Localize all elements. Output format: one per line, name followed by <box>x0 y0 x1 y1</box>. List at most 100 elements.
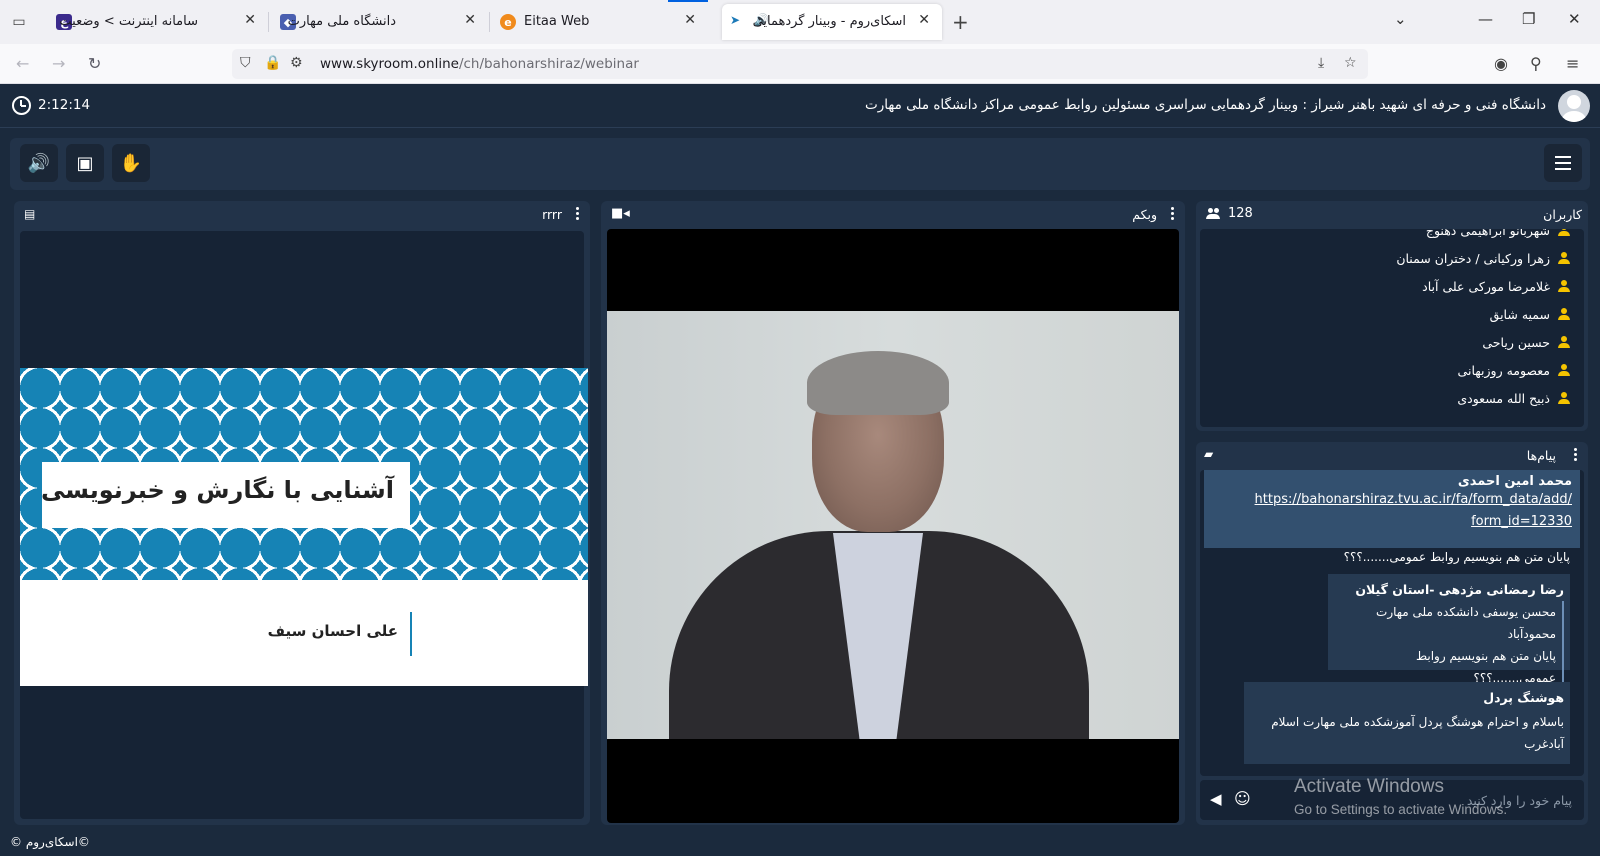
slide-pattern-banner: آشنایی با نگارش و خبرنویسی <box>20 368 588 580</box>
messages-options-icon[interactable] <box>1574 448 1578 462</box>
speaker-icon: 🔊 <box>27 152 51 174</box>
message-author: محمد امین احمدی <box>1457 474 1572 489</box>
elapsed-time: 2:12:14 <box>38 97 91 113</box>
address-bar[interactable]: ⛉ 🔒 ⚙ www.skyroom.online/ch/bahonarshira… <box>232 49 1368 79</box>
main-menu-button[interactable] <box>1544 144 1582 182</box>
close-window-icon[interactable]: ✕ <box>1568 10 1581 28</box>
tab-internet-status[interactable]: ع سامانه اینترنت > وضعیت ✕ <box>46 0 268 44</box>
list-item[interactable]: غلامرضا مورکی علی آباد <box>1422 279 1570 299</box>
url-text[interactable]: www.skyroom.online/ch/bahonarshiraz/webi… <box>320 56 639 72</box>
users-panel: کاربران 128 شهربانو ابراهیمی دهنوج زهرا … <box>1196 201 1588 431</box>
users-panel-header: کاربران 128 <box>1196 201 1588 227</box>
tab-separator <box>268 12 269 32</box>
webcam-panel-header: ■◂ وبکم <box>601 201 1185 227</box>
message-text: باسلام و احترام هوشنگ پردل آموزشکده ملی … <box>1271 715 1564 751</box>
tab-overflow-chevron-icon[interactable]: ⌄ <box>1394 10 1407 28</box>
speaker-toggle-button[interactable]: 🔊 <box>20 144 58 182</box>
tab-list-icon[interactable]: ▭ <box>8 11 30 33</box>
room-header: 2:12:14 دانشگاه فنی و حرفه ای شهید باهنر… <box>0 84 1600 128</box>
reload-icon[interactable]: ↻ <box>88 54 101 73</box>
presentation-icon: ▤ <box>24 207 36 221</box>
whiteboard-button[interactable]: ▣ <box>66 144 104 182</box>
webcam-panel-title: وبکم <box>1132 207 1157 222</box>
url-path: /ch/bahonarshiraz/webinar <box>458 56 639 72</box>
minimize-icon[interactable]: — <box>1478 10 1493 28</box>
emoji-icon[interactable]: ☺ <box>1234 789 1251 808</box>
users-list[interactable]: شهربانو ابراهیمی دهنوج زهرا ورکیانی / دخ… <box>1200 229 1584 427</box>
back-icon[interactable]: ← <box>16 54 29 73</box>
message-link[interactable]: https://bahonarshiraz.tvu.ac.ir/fa/form_… <box>1212 489 1572 511</box>
tab-skyroom-webinar[interactable]: ➤ 🔊 اسکای‌روم - وبینار گردهمایی ✕ <box>722 4 942 40</box>
avatar[interactable] <box>1558 90 1590 122</box>
room-toolbar: 🔊 ▣ ✋ <box>10 138 1590 190</box>
skyroom-favicon-icon: ➤ <box>730 13 741 27</box>
save-page-icon[interactable]: ⤓ <box>1318 55 1324 71</box>
message-author: هوشنگ پردل <box>1483 690 1564 705</box>
tab-label: دانشگاه ملی مهارت <box>287 14 396 29</box>
list-item[interactable]: حسین ریاحی <box>1482 335 1570 355</box>
list-item[interactable]: هوشنگ پردل باسلام و احترام هوشنگ پردل آم… <box>1244 682 1570 764</box>
account-icon[interactable]: ◉ <box>1494 54 1508 73</box>
send-icon[interactable]: ◀ <box>1210 790 1222 808</box>
tab-label: Eitaa Web <box>524 14 590 29</box>
speaker-video-frame <box>607 311 1179 739</box>
whiteboard-icon: ▣ <box>76 152 94 174</box>
message-quote: محسن یوسفی دانشکده ملی مهارت محمودآباد پ… <box>1334 601 1564 689</box>
messages-panel-title: پیام‌ها <box>1526 448 1556 463</box>
tab-label: سامانه اینترنت > وضعیت <box>59 14 198 29</box>
extensions-icon[interactable]: ⚲ <box>1530 54 1542 73</box>
list-item[interactable]: ذبیح الله مسعودی <box>1457 391 1570 411</box>
message-link[interactable]: form_id=12330 <box>1212 511 1572 533</box>
slide-title: آشنایی با نگارش و خبرنویسی <box>40 476 394 504</box>
message-text-partial: پایان متن هم بنویسیم روابط عمومی.......؟… <box>1343 550 1570 564</box>
users-count: 128 <box>1228 206 1253 221</box>
user-icon <box>1558 392 1570 404</box>
webcam-options-icon[interactable] <box>1171 207 1175 221</box>
messages-list[interactable]: پایان متن هم بنویسیم روابط عمومی.......؟… <box>1200 470 1584 776</box>
presentation-panel-header: ▤ rrrr <box>14 201 590 227</box>
close-tab-icon[interactable]: ✕ <box>684 12 696 28</box>
list-item[interactable]: معصومه روزبهانی <box>1458 363 1570 383</box>
new-tab-icon[interactable]: + <box>952 10 969 34</box>
restore-icon[interactable]: ❐ <box>1522 10 1535 28</box>
close-tab-icon[interactable]: ✕ <box>244 12 256 28</box>
speaker-hair <box>807 351 949 415</box>
permissions-icon[interactable]: ⚙ <box>290 55 303 71</box>
slide: آشنایی با نگارش و خبرنویسی علی احسان سیف <box>20 368 588 686</box>
user-icon <box>1558 229 1570 236</box>
hand-icon: ✋ <box>119 152 143 174</box>
lock-icon[interactable]: 🔒 <box>264 55 281 71</box>
user-icon <box>1558 308 1570 320</box>
audio-indicator-line <box>668 0 708 2</box>
raise-hand-button[interactable]: ✋ <box>112 144 150 182</box>
tab-maharat-university[interactable]: ◆ دانشگاه ملی مهارت ✕ <box>270 0 488 44</box>
url-host: www.skyroom.online <box>320 56 459 72</box>
clock-icon <box>12 96 31 115</box>
slide-footer: علی احسان سیف <box>20 580 588 686</box>
users-panel-title: کاربران <box>1543 207 1582 222</box>
copyright-footer: ©اسکای‌روم © <box>10 835 90 849</box>
users-icon <box>1206 208 1220 220</box>
shield-icon[interactable]: ⛉ <box>240 55 251 71</box>
list-item[interactable]: زهرا ورکیانی / دختران سمنان <box>1396 251 1570 271</box>
tab-eitaa-web[interactable]: e Eitaa Web ✕ <box>490 0 708 44</box>
forward-icon[interactable]: → <box>52 54 65 73</box>
app-menu-icon[interactable]: ≡ <box>1566 54 1579 73</box>
chat-bubble-icon: ▰ <box>1204 447 1214 461</box>
slide-title-box: آشنایی با نگارش و خبرنویسی <box>40 462 410 528</box>
message-author: رضا رمضانی مژدهی -استان گیلان <box>1355 582 1564 597</box>
pinned-message[interactable]: محمد امین احمدی https://bahonarshiraz.tv… <box>1204 470 1580 548</box>
close-tab-icon[interactable]: ✕ <box>464 12 476 28</box>
presentation-options-icon[interactable] <box>576 207 580 221</box>
list-item[interactable]: سمیه شایق <box>1490 307 1570 327</box>
webcam-video[interactable] <box>607 229 1179 823</box>
presentation-panel-title: rrrr <box>542 207 562 222</box>
user-icon <box>1558 336 1570 348</box>
messages-panel-header: پیام‌ها ▰ <box>1196 442 1588 468</box>
bookmark-star-icon[interactable]: ☆ <box>1344 55 1357 71</box>
presentation-panel: ▤ rrrr آشنایی با نگارش و خبرنویسی علی اح… <box>14 201 590 825</box>
browser-nav-bar: ← → ↻ ⛉ 🔒 ⚙ www.skyroom.online/ch/bahona… <box>0 44 1600 84</box>
list-item[interactable]: شهربانو ابراهیمی دهنوج <box>1426 229 1570 243</box>
list-item[interactable]: رضا رمضانی مژدهی -استان گیلان محسن یوسفی… <box>1328 574 1570 707</box>
close-tab-icon[interactable]: ✕ <box>918 12 930 28</box>
